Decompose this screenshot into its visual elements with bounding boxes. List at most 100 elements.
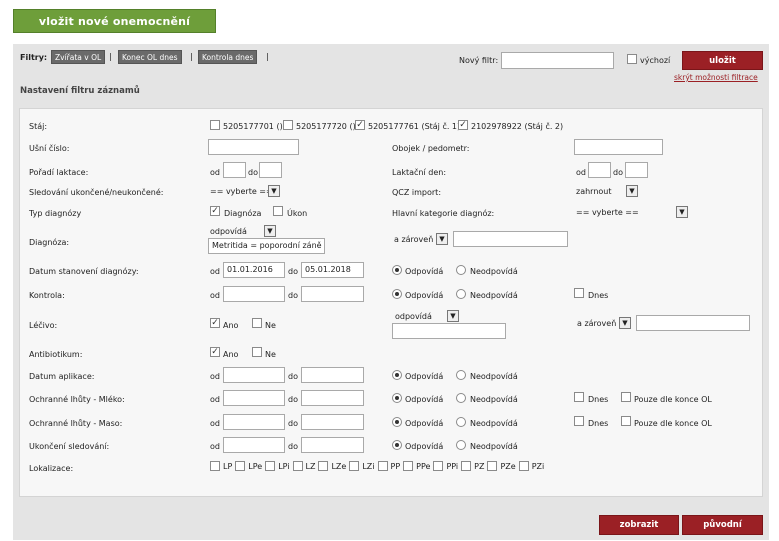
control-to-input[interactable] (301, 286, 364, 302)
end-tracking-to-input[interactable] (301, 437, 364, 453)
localization-checkbox-pz[interactable] (461, 461, 472, 471)
add-disease-button[interactable]: vložit nové onemocnění (13, 9, 216, 33)
chevron-down-icon[interactable]: ▼ (436, 233, 448, 245)
lactation-day-to-input[interactable] (625, 162, 648, 178)
diagnosis-date-no-radio[interactable] (456, 265, 466, 275)
tracking-select[interactable]: == vyberte == ▼ (210, 185, 280, 197)
and-also-select[interactable]: a zároveň ▼ (394, 233, 448, 245)
chevron-down-icon[interactable]: ▼ (676, 206, 688, 218)
drug-and-also-select[interactable]: a zároveň ▼ (577, 317, 631, 329)
meat-period-label: Ochranné lhůty - Maso: (29, 419, 123, 428)
to-label: do (248, 168, 258, 177)
original-button[interactable]: původní (682, 515, 763, 535)
yes-label: Ano (223, 321, 239, 330)
meat-no-radio[interactable] (456, 417, 466, 427)
end-tracking-yes-radio[interactable] (392, 440, 402, 450)
show-button[interactable]: zobrazit (599, 515, 679, 535)
drug-no-checkbox[interactable] (252, 318, 262, 328)
diagnosis-checkbox[interactable]: ✓ (210, 206, 220, 216)
localization-checkbox-ppe[interactable] (403, 461, 414, 471)
and-also-input[interactable] (453, 231, 568, 247)
collar-input[interactable] (574, 139, 663, 155)
today-label: Dnes (588, 291, 609, 300)
end-tracking-from-input[interactable] (223, 437, 285, 453)
lactation-order-from-input[interactable] (223, 162, 246, 178)
milk-yes-radio[interactable] (392, 393, 402, 403)
filter-tag-control-today[interactable]: Kontrola dnes (198, 50, 258, 64)
app-date-to-input[interactable] (301, 367, 364, 383)
separator: | (190, 52, 193, 61)
control-yes-radio[interactable] (392, 289, 402, 299)
milk-from-input[interactable] (223, 390, 285, 406)
stable-name-1: 5205177701 () (223, 122, 283, 131)
localization-checkbox-lzi[interactable] (349, 461, 360, 471)
lactation-order-to-input[interactable] (259, 162, 282, 178)
localization-checkbox-ppi[interactable] (433, 461, 444, 471)
milk-today-checkbox[interactable] (574, 392, 584, 402)
only-end-label: Pouze dle konce OL (634, 419, 712, 428)
localization-checkbox-pp[interactable] (377, 461, 388, 471)
save-filter-button[interactable]: uložit (682, 51, 763, 70)
milk-to-input[interactable] (301, 390, 364, 406)
no-label: Ne (265, 350, 276, 359)
meat-only-end-checkbox[interactable] (621, 416, 631, 426)
drug-yes-checkbox[interactable]: ✓ (210, 318, 220, 328)
drug-match-select[interactable]: odpovídá ▼ (395, 310, 459, 322)
meat-yes-radio[interactable] (392, 417, 402, 427)
end-tracking-no-radio[interactable] (456, 440, 466, 450)
diagnosis-date-yes-radio[interactable] (392, 265, 402, 275)
filter-tag-end-ol-today[interactable]: Konec OL dnes (118, 50, 182, 64)
main-category-select[interactable]: == vyberte == ▼ (576, 206, 688, 218)
lactation-day-from-input[interactable] (588, 162, 611, 178)
chevron-down-icon[interactable]: ▼ (626, 185, 638, 197)
app-date-from-input[interactable] (223, 367, 285, 383)
localization-checkbox-lp[interactable] (210, 461, 220, 471)
default-checkbox[interactable] (627, 54, 637, 64)
qcz-select[interactable]: zahrnout ▼ (576, 185, 638, 197)
drug-and-also-input[interactable] (636, 315, 750, 331)
milk-no-radio[interactable] (456, 393, 466, 403)
to-label: do (288, 395, 298, 404)
new-filter-input[interactable] (501, 52, 614, 69)
drug-input[interactable] (392, 323, 506, 339)
diagnosis-value-input[interactable]: Metritida = poporodní záně (208, 238, 325, 254)
diagnosis-match-value: odpovídá (210, 226, 247, 236)
stable-checkbox-4[interactable]: ✓ (458, 120, 468, 130)
filter-tag-animals-ol[interactable]: Zvířata v OL (51, 50, 106, 64)
antibiotic-yes-checkbox[interactable]: ✓ (210, 347, 220, 357)
localization-checkbox-lz[interactable] (292, 461, 303, 471)
chevron-down-icon[interactable]: ▼ (619, 317, 631, 329)
qcz-select-value: zahrnout (576, 186, 612, 196)
diagnosis-date-to-input[interactable]: 05.01.2018 (301, 262, 364, 278)
action-checkbox[interactable] (273, 206, 283, 216)
localization-checkbox-lze[interactable] (318, 461, 329, 471)
diagnosis-match-select[interactable]: odpovídá ▼ (210, 225, 276, 237)
control-no-radio[interactable] (456, 289, 466, 299)
hide-filter-link[interactable]: skrýt možnosti filtrace (674, 73, 758, 82)
antibiotic-no-checkbox[interactable] (252, 347, 262, 357)
localization-label-ppe: PPe (416, 461, 431, 471)
stable-checkbox-1[interactable] (210, 120, 220, 130)
ear-number-input[interactable] (208, 139, 299, 155)
diagnosis-date-from-input[interactable]: 01.01.2016 (223, 262, 285, 278)
stable-checkbox-3[interactable]: ✓ (355, 120, 365, 130)
localization-checkbox-lpi[interactable] (265, 461, 276, 471)
chevron-down-icon[interactable]: ▼ (264, 225, 276, 237)
localization-checkbox-pze[interactable] (487, 461, 498, 471)
localization-checkbox-lpe[interactable] (235, 461, 246, 471)
stable-name-3: 5205177761 (Stáj č. 1) (368, 122, 461, 131)
from-label: od (210, 395, 220, 404)
milk-only-end-checkbox[interactable] (621, 392, 631, 402)
control-from-input[interactable] (223, 286, 285, 302)
to-label: do (288, 442, 298, 451)
chevron-down-icon[interactable]: ▼ (447, 310, 459, 322)
meat-from-input[interactable] (223, 414, 285, 430)
control-today-checkbox[interactable] (574, 288, 584, 298)
stable-checkbox-2[interactable] (283, 120, 293, 130)
meat-to-input[interactable] (301, 414, 364, 430)
app-date-no-radio[interactable] (456, 370, 466, 380)
meat-today-checkbox[interactable] (574, 416, 584, 426)
app-date-yes-radio[interactable] (392, 370, 402, 380)
localization-checkbox-pzi[interactable] (518, 461, 529, 471)
chevron-down-icon[interactable]: ▼ (268, 185, 280, 197)
